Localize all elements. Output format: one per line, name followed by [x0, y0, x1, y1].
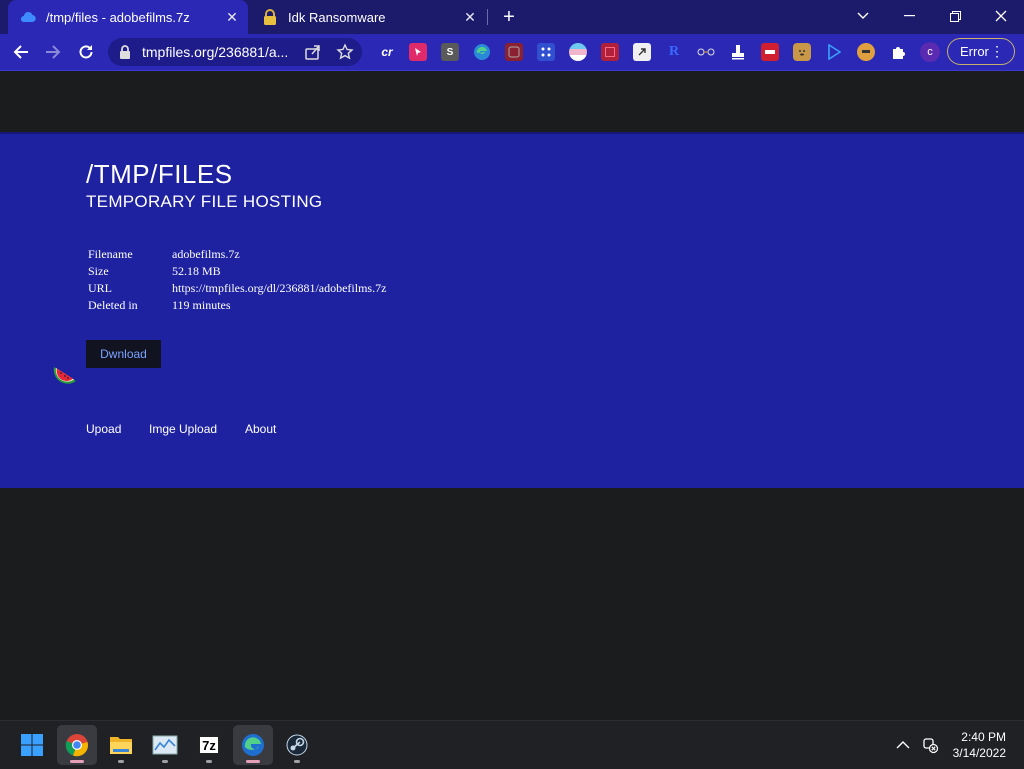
site-title: /TMP/FILES	[86, 159, 233, 189]
tab-title: /tmp/files - adobefilms.7z	[46, 9, 190, 25]
edge-taskbar-button[interactable]	[233, 725, 273, 765]
edge-icon	[242, 734, 264, 756]
share-icon[interactable]	[304, 43, 322, 61]
start-button[interactable]	[12, 725, 52, 765]
browser-toolbar: tmpfiles.org/236881/a... cr S R c Error …	[0, 34, 1024, 71]
clock-time: 2:40 PM	[961, 730, 1006, 744]
chrome-icon	[65, 734, 88, 757]
image-upload-link[interactable]: Imge Upload	[149, 422, 217, 436]
steam-icon	[286, 734, 308, 756]
table-row: Deleted in 119 minutes	[86, 297, 388, 314]
grid-extension-icon[interactable]	[537, 43, 555, 61]
red-card-extension-icon[interactable]	[761, 43, 779, 61]
menu-dots-icon: ⋮	[990, 43, 1004, 59]
puzzle-extension-icon[interactable]	[889, 43, 907, 61]
address-bar[interactable]: tmpfiles.org/236881/a...	[108, 38, 362, 66]
tab-divider	[487, 9, 488, 25]
url-text[interactable]: tmpfiles.org/236881/a...	[142, 44, 288, 60]
table-row: Filename adobefilms.7z	[86, 246, 388, 263]
profile-avatar[interactable]: c	[920, 42, 940, 62]
info-value[interactable]: https://tmpfiles.org/dl/236881/adobefilm…	[170, 280, 388, 297]
tab-ransomware[interactable]: Idk Ransomware ✕	[250, 0, 486, 34]
info-value: 119 minutes	[172, 298, 231, 312]
7zip-icon: 7z	[198, 735, 220, 755]
page-top-band	[0, 71, 1024, 132]
tab-strip: /tmp/files - adobefilms.7z ✕ Idk Ransomw…	[0, 0, 1024, 34]
running-indicator	[294, 760, 300, 763]
chevron-up-icon[interactable]	[896, 737, 912, 753]
bookmark-star-icon[interactable]	[336, 43, 354, 61]
error-button[interactable]: Error ⋮	[947, 38, 1015, 65]
close-window-button[interactable]	[978, 0, 1024, 32]
pointer-extension-icon[interactable]	[409, 43, 427, 61]
cr-extension-icon[interactable]: cr	[378, 43, 396, 61]
lock-icon	[262, 9, 278, 25]
page-bottom-band	[0, 488, 1024, 720]
running-indicator	[206, 760, 212, 763]
info-value: adobefilms.7z	[172, 247, 240, 261]
file-info-table: Filename adobefilms.7z Size 52.18 MB URL…	[86, 246, 388, 314]
minimize-button[interactable]	[886, 0, 932, 32]
monitor-taskbar-button[interactable]	[145, 725, 185, 765]
windows-icon	[21, 734, 43, 756]
hero-section: /TMP/FILES TEMPORARY FILE HOSTING Filena…	[0, 132, 1024, 488]
reload-button[interactable]	[71, 37, 101, 67]
red-frame-extension-icon[interactable]	[601, 43, 619, 61]
table-row: URL https://tmpfiles.org/dl/236881/adobe…	[86, 280, 388, 297]
r-extension-icon[interactable]: R	[665, 43, 683, 61]
upload-link[interactable]: Upoad	[86, 422, 121, 436]
restore-button[interactable]	[932, 0, 978, 32]
tab-search-icon[interactable]	[840, 0, 886, 32]
stamp-extension-icon[interactable]	[729, 43, 747, 61]
flag-extension-icon[interactable]	[569, 43, 587, 61]
red-square-extension-icon[interactable]	[505, 43, 523, 61]
tab-title: Idk Ransomware	[288, 9, 386, 25]
about-link[interactable]: About	[245, 422, 276, 436]
file-explorer-taskbar-button[interactable]	[101, 725, 141, 765]
error-label: Error	[960, 44, 989, 59]
info-key: URL	[88, 281, 112, 295]
table-row: Size 52.18 MB	[86, 263, 388, 280]
tab-tmpfiles[interactable]: /tmp/files - adobefilms.7z ✕	[8, 0, 248, 34]
running-indicator	[162, 760, 168, 763]
lock-icon[interactable]	[118, 44, 134, 60]
doge-extension-icon[interactable]	[793, 43, 811, 61]
active-indicator	[70, 760, 84, 763]
avatar-extension-icon[interactable]	[857, 43, 875, 61]
steam-taskbar-button[interactable]	[277, 725, 317, 765]
site-subtitle: TEMPORARY FILE HOSTING	[86, 192, 323, 211]
back-button[interactable]	[6, 37, 36, 67]
clock[interactable]: 2:40 PM 3/14/2022	[953, 729, 1006, 761]
active-indicator	[246, 760, 260, 763]
chrome-taskbar-button[interactable]	[57, 725, 97, 765]
running-indicator	[118, 760, 124, 763]
7zip-taskbar-button[interactable]: 7z	[189, 725, 229, 765]
clock-date: 3/14/2022	[952, 746, 1006, 760]
edge-extension-icon[interactable]	[473, 43, 491, 61]
network-disconnected-icon[interactable]	[921, 736, 939, 754]
watermelon-cursor-icon	[52, 359, 80, 387]
info-key: Deleted in	[88, 298, 138, 312]
info-key: Size	[88, 264, 109, 278]
close-tab-icon[interactable]: ✕	[460, 7, 480, 27]
info-key: Filename	[88, 247, 133, 261]
info-value: 52.18 MB	[172, 264, 221, 278]
forward-button[interactable]	[38, 37, 68, 67]
s-extension-icon[interactable]: S	[441, 43, 459, 61]
close-tab-icon[interactable]: ✕	[222, 7, 242, 27]
graph-monitor-icon	[152, 735, 178, 755]
document-extension-icon[interactable]	[633, 43, 651, 61]
new-tab-button[interactable]: +	[498, 6, 520, 28]
folder-icon	[110, 737, 132, 754]
chain-extension-icon[interactable]	[697, 43, 715, 61]
play-extension-icon[interactable]	[825, 43, 843, 61]
download-button[interactable]: Dwnload	[86, 340, 161, 368]
cloud-icon	[20, 9, 36, 25]
taskbar: 7z 2:40 PM 3/14/2022	[0, 720, 1024, 769]
